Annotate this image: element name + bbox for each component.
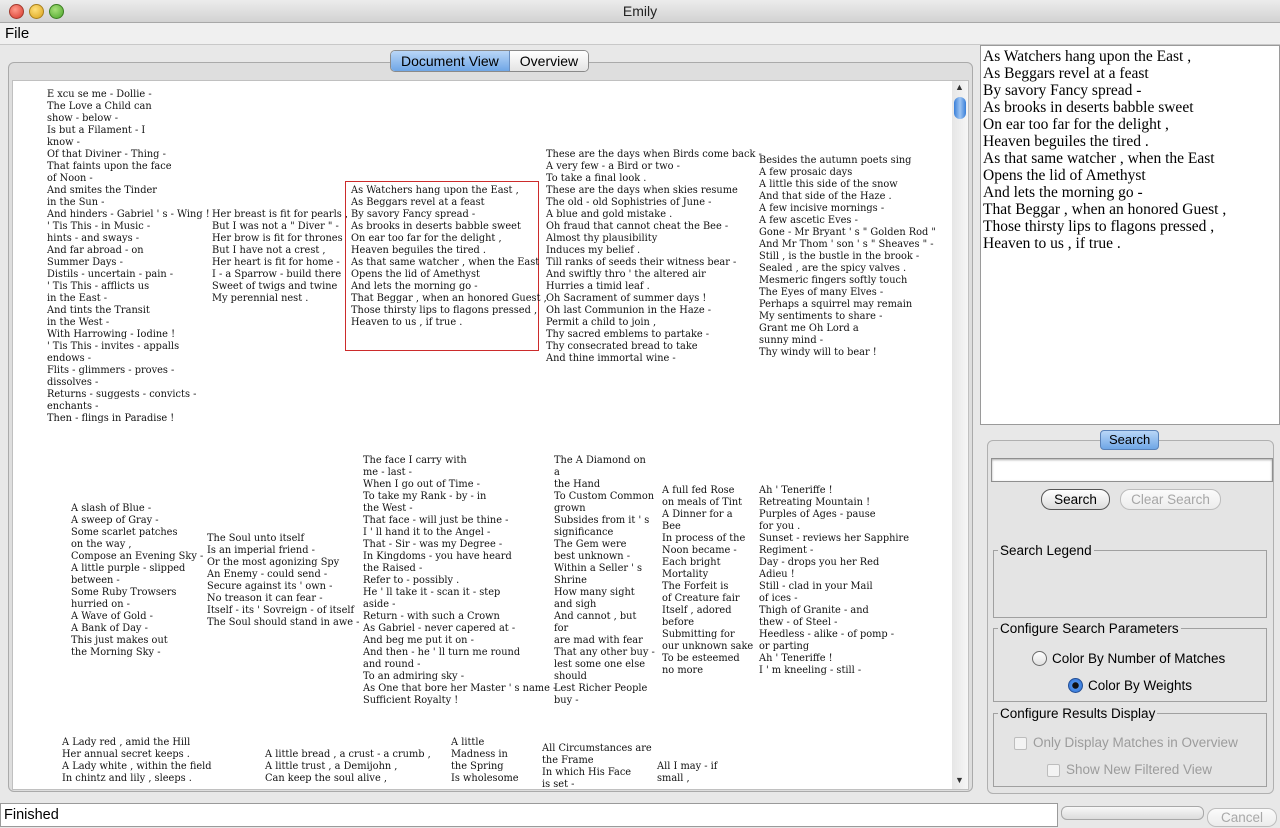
poem-reader-text: As Watchers hang upon the East , As Begg… — [983, 48, 1227, 252]
status-text: Finished — [4, 807, 59, 823]
radio-color-by-matches[interactable] — [1032, 651, 1047, 666]
document-canvas[interactable]: E xcu se me - Dollie - The Love a Child … — [12, 80, 954, 790]
poem-block[interactable]: All Circumstances are the Frame In which… — [542, 743, 652, 789]
poem-block[interactable]: A slash of Blue - A sweep of Gray - Some… — [71, 503, 203, 659]
title-bar: Emily — [0, 0, 1280, 23]
scroll-down-arrow-icon[interactable]: ▼ — [955, 775, 964, 785]
radio-color-by-weights[interactable] — [1068, 678, 1083, 693]
radio-color-by-weights-label: Color By Weights — [1088, 678, 1193, 693]
poem-block[interactable]: The face I carry with me - last - When I… — [363, 455, 556, 707]
radio-color-by-matches-label: Color By Number of Matches — [1052, 651, 1226, 666]
search-button[interactable]: Search — [1041, 489, 1110, 510]
tab-document-view[interactable]: Document View — [391, 51, 510, 71]
poem-block[interactable]: A full fed Rose on meals of Tint A Dinne… — [662, 485, 753, 677]
search-input[interactable] — [991, 458, 1273, 482]
clear-search-button[interactable]: Clear Search — [1120, 489, 1221, 510]
checkbox-show-filtered-view[interactable] — [1047, 764, 1060, 777]
scroll-up-arrow-icon[interactable]: ▲ — [955, 82, 964, 92]
poem-block[interactable]: E xcu se me - Dollie - The Love a Child … — [47, 89, 210, 425]
progress-bar — [1061, 806, 1204, 820]
search-legend-title: Search Legend — [998, 543, 1094, 558]
checkbox-show-filtered-view-label: Show New Filtered View — [1066, 762, 1213, 777]
results-display-title: Configure Results Display — [998, 706, 1158, 721]
scrollbar-thumb[interactable] — [954, 97, 966, 119]
poem-block[interactable]: A little Madness in the Spring Is wholes… — [451, 737, 519, 785]
poem-block[interactable]: The A Diamond on a the Hand To Custom Co… — [554, 455, 655, 707]
tab-search[interactable]: Search — [1100, 430, 1160, 450]
menu-file[interactable]: File — [5, 25, 29, 42]
poem-block-selected[interactable]: As Watchers hang upon the East , As Begg… — [351, 185, 547, 329]
cancel-button[interactable]: Cancel — [1207, 808, 1277, 827]
search-parameters-title: Configure Search Parameters — [998, 621, 1181, 636]
poem-block[interactable]: A Lady red , amid the Hill Her annual se… — [62, 737, 212, 785]
poem-block[interactable]: Besides the autumn poets sing A few pros… — [759, 155, 936, 359]
checkbox-only-display-matches[interactable] — [1014, 737, 1027, 750]
poem-block[interactable]: A little bread , a crust - a crumb , A l… — [265, 749, 431, 785]
status-field: Finished — [0, 803, 1058, 827]
poem-reader-pane[interactable]: As Watchers hang upon the East , As Begg… — [980, 45, 1280, 425]
poem-block[interactable]: Ah ' Teneriffe ! Retreating Mountain ! P… — [759, 485, 909, 677]
document-scrollbar[interactable]: ▲ ▼ — [952, 80, 969, 790]
poem-block[interactable]: All I may - if small , — [657, 761, 717, 785]
view-tabs: Document View Overview — [390, 50, 590, 72]
poem-block[interactable]: These are the days when Birds come back … — [546, 149, 762, 365]
window-title: Emily — [622, 3, 658, 19]
checkbox-only-display-matches-label: Only Display Matches in Overview — [1033, 735, 1238, 750]
search-legend-box — [993, 550, 1267, 618]
poem-block[interactable]: The Soul unto itself Is an imperial frie… — [207, 533, 360, 629]
menu-bar: File — [0, 23, 1280, 45]
poem-block[interactable]: Her breast is fit for pearls , But I was… — [212, 209, 348, 305]
tab-overview[interactable]: Overview — [509, 51, 589, 71]
